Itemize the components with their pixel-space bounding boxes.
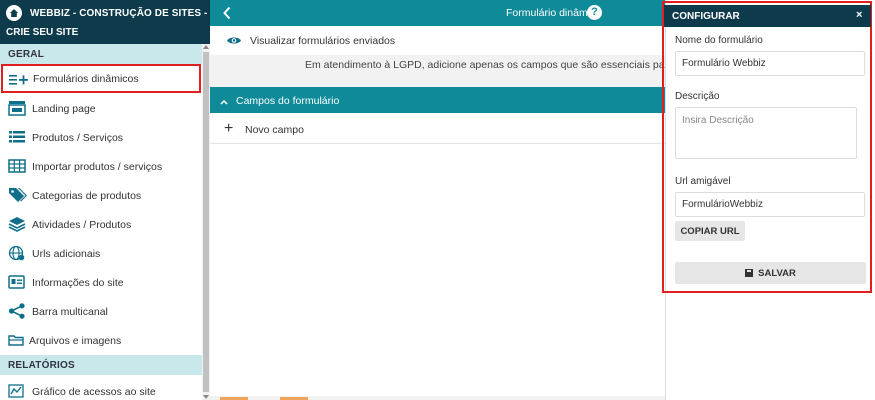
sidebar-item-label: Importar produtos / serviços <box>32 161 163 173</box>
section-relatorios: RELATÓRIOS <box>0 355 202 375</box>
bottom-toolbar <box>210 396 665 400</box>
new-field-label: Novo campo <box>245 124 304 136</box>
fields-section-header[interactable]: Campos do formulário <box>210 87 665 113</box>
list-icon <box>8 129 26 145</box>
sidebar-item-importar-produtos[interactable]: Importar produtos / serviços <box>0 152 202 181</box>
sidebar: WEBBIZ - CONSTRUÇÃO DE SITES - CRIE SEU … <box>0 0 210 400</box>
scroll-down-icon[interactable] <box>203 395 209 399</box>
view-submissions-label: Visualizar formulários enviados <box>250 35 396 47</box>
plus-icon: + <box>224 120 234 137</box>
sidebar-scrollbar[interactable] <box>202 44 210 400</box>
list-plus-icon <box>9 71 28 87</box>
sidebar-item-label: Produtos / Serviços <box>32 132 124 144</box>
fields-section-title: Campos do formulário <box>236 95 340 107</box>
save-label: SALVAR <box>758 267 796 279</box>
sidebar-item-urls-adicionais[interactable]: Urls adicionais <box>0 239 202 268</box>
save-button[interactable]: SALVAR <box>675 262 866 284</box>
sidebar-item-label: Gráfico de acessos ao site <box>32 386 156 398</box>
folder-icon <box>8 332 26 348</box>
page-title: Formulário dinâmic <box>506 7 596 19</box>
sidebar-item-produtos-servicos[interactable]: Produtos / Serviços <box>0 123 202 152</box>
sidebar-item-atividades[interactable]: Atividades / Produtos <box>0 210 202 239</box>
chart-icon <box>8 383 26 399</box>
sidebar-item-landing-page[interactable]: Landing page <box>0 94 202 123</box>
sidebar-item-label: Arquivos e imagens <box>29 335 122 347</box>
landing-page-icon <box>8 100 26 116</box>
close-icon[interactable]: × <box>856 9 862 21</box>
config-panel-header: CONFIGURAR × <box>664 5 871 27</box>
new-field-button[interactable]: + Novo campo <box>210 114 665 144</box>
tags-icon <box>8 187 27 203</box>
main-content: Formulário dinâmic ? Visualizar formulár… <box>210 0 665 400</box>
sidebar-item-arquivos-imagens[interactable]: Arquivos e imagens <box>0 326 202 355</box>
save-icon <box>745 268 754 277</box>
sidebar-item-categorias[interactable]: Categorias de produtos <box>0 181 202 210</box>
brand-subtitle: CRIE SEU SITE <box>6 27 79 38</box>
table-icon <box>8 158 26 174</box>
sidebar-item-formularios-dinamicos[interactable]: Formulários dinâmicos <box>1 64 201 93</box>
brand-title: WEBBIZ - CONSTRUÇÃO DE SITES - <box>30 8 208 19</box>
friendly-url-label: Url amigável <box>675 176 731 187</box>
description-label: Descrição <box>675 91 720 102</box>
share-icon <box>8 303 26 319</box>
main-topbar: Formulário dinâmic ? <box>210 0 665 26</box>
layers-icon <box>8 216 26 232</box>
brand-header[interactable]: WEBBIZ - CONSTRUÇÃO DE SITES - CRIE SEU … <box>0 0 210 44</box>
config-panel-title: CONFIGURAR <box>672 11 740 22</box>
lgpd-notice-text: Em atendimento à LGPD, adicione apenas o… <box>305 59 665 71</box>
eye-icon <box>226 35 242 49</box>
sidebar-item-label: Atividades / Produtos <box>32 219 132 231</box>
help-icon[interactable]: ? <box>587 5 602 20</box>
copy-url-button[interactable]: COPIAR URL <box>675 221 745 241</box>
scrollbar-thumb[interactable] <box>203 52 209 392</box>
form-name-label: Nome do formulário <box>675 35 763 46</box>
sidebar-item-label: Barra multicanal <box>32 306 108 318</box>
chevron-up-icon <box>220 96 228 108</box>
section-geral: GERAL <box>0 44 202 64</box>
sidebar-item-informacoes-site[interactable]: Informações do site <box>0 268 202 297</box>
view-submissions-link[interactable]: Visualizar formulários enviados <box>210 27 665 55</box>
id-card-icon <box>8 274 26 290</box>
sidebar-item-grafico-acessos[interactable]: Gráfico de acessos ao site <box>0 377 202 400</box>
form-name-input[interactable] <box>675 51 865 76</box>
lgpd-notice: Em atendimento à LGPD, adicione apenas o… <box>210 55 665 87</box>
friendly-url-input[interactable] <box>675 192 865 217</box>
sidebar-item-barra-multicanal[interactable]: Barra multicanal <box>0 297 202 326</box>
sidebar-item-label: Formulários dinâmicos <box>33 73 139 85</box>
sidebar-item-label: Categorias de produtos <box>32 190 142 202</box>
sidebar-item-label: Informações do site <box>32 277 124 289</box>
home-icon <box>6 5 22 21</box>
sidebar-item-label: Landing page <box>32 103 96 115</box>
config-panel: CONFIGURAR × Nome do formulário Descriçã… <box>662 1 872 293</box>
sidebar-item-label: Urls adicionais <box>32 248 101 260</box>
globe-icon <box>8 245 26 261</box>
back-icon[interactable] <box>222 6 232 23</box>
description-textarea[interactable] <box>675 107 857 159</box>
scroll-up-icon[interactable] <box>203 45 209 49</box>
